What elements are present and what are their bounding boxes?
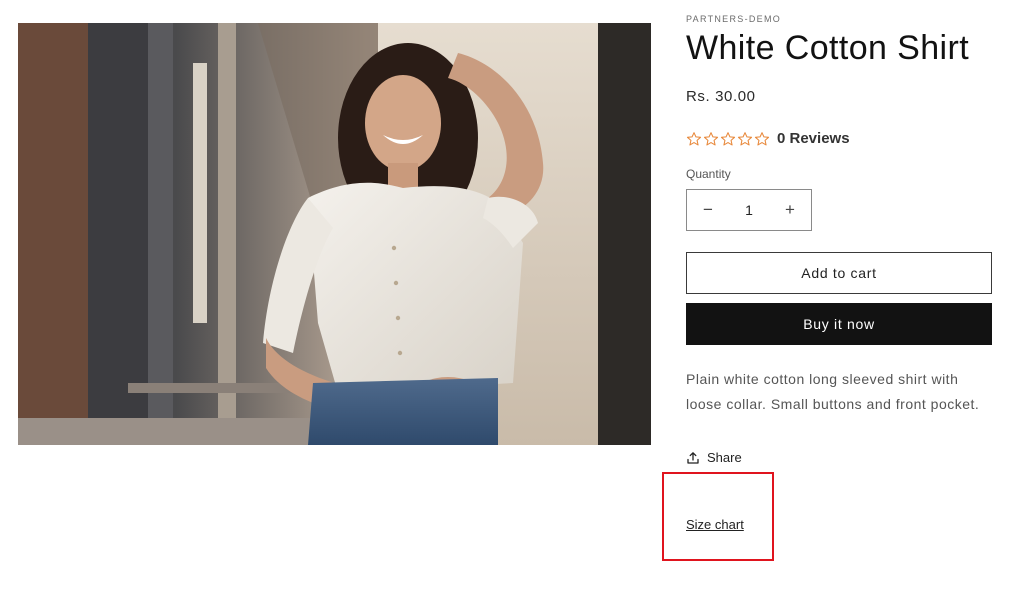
size-chart-link[interactable]: Size chart [686,517,744,532]
share-button[interactable]: Share [686,450,742,465]
star-outline-icon [720,131,736,147]
buy-it-now-button[interactable]: Buy it now [686,303,992,345]
star-outline-icon [686,131,702,147]
star-rating [686,131,770,147]
product-image[interactable] [18,23,651,445]
quantity-input[interactable] [729,201,769,219]
rating[interactable]: 0 Reviews [686,130,850,147]
star-outline-icon [703,131,719,147]
quantity-increase-button[interactable]: + [769,190,811,230]
product-description: Plain white cotton long sleeved shirt wi… [686,371,980,412]
product-page: PARTNERS-DEMO White Cotton Shirt Rs. 30.… [0,0,1024,591]
quantity-stepper: − + [686,189,812,231]
product-price: Rs. 30.00 [686,88,756,105]
share-label: Share [707,450,742,465]
product-title: White Cotton Shirt [686,29,970,67]
quantity-label: Quantity [686,167,731,181]
quantity-decrease-button[interactable]: − [687,190,729,230]
product-photo [18,23,651,445]
add-to-cart-button[interactable]: Add to cart [686,252,992,294]
share-icon [686,451,700,465]
vendor-name: PARTNERS-DEMO [686,14,782,24]
reviews-count[interactable]: 0 Reviews [777,130,850,147]
star-outline-icon [754,131,770,147]
star-outline-icon [737,131,753,147]
